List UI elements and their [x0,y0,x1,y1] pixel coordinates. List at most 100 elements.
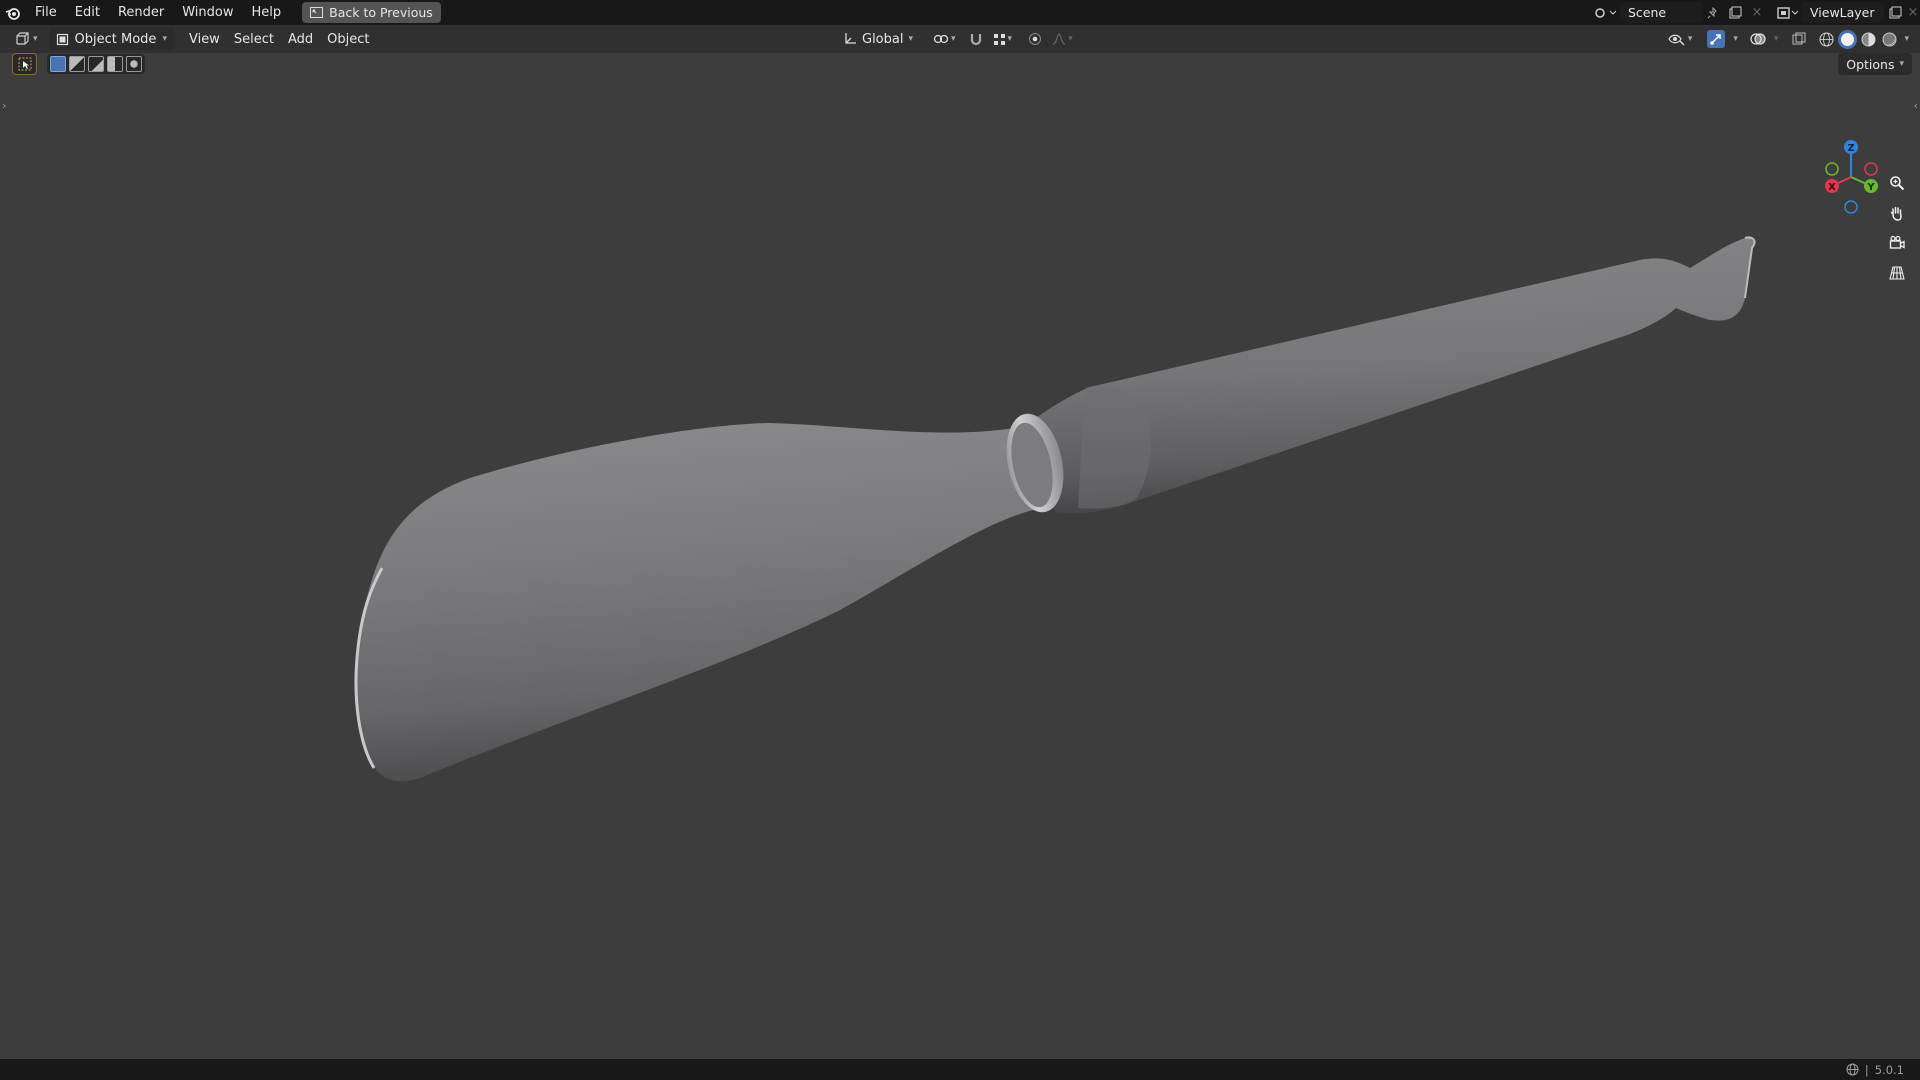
new-view-layer-icon[interactable] [1884,2,1906,23]
fullscreen-exit-icon [310,7,324,18]
scene-name-field[interactable]: Scene [1620,2,1702,23]
blender-version: 5.0.1 [1874,1062,1904,1077]
snap-target-dropdown[interactable]: ▾ [989,28,1017,50]
menu-edit[interactable]: Edit [66,0,109,25]
view-layer-type-icon[interactable] [1772,2,1802,23]
status-separator: | [1864,1062,1869,1077]
proportional-editing-toggle[interactable] [1024,28,1046,50]
gizmo-neg-y-handle[interactable] [1825,162,1839,176]
overlays-dropdown[interactable]: ▾ [1771,28,1782,50]
3d-viewport[interactable]: Z Y X › ‹ [0,53,1920,1059]
tool-settings [12,53,145,75]
network-globe-icon [1846,1063,1859,1076]
viewport-display-tools: ▾ ▾ ▾ ▾ [1664,28,1912,50]
pivot-point-dropdown[interactable]: ▾ [926,28,963,50]
new-scene-icon[interactable] [1724,2,1746,23]
material-preview-button[interactable] [1859,30,1878,49]
camera-icon[interactable] [1884,230,1910,256]
toolbar-expand-arrow-icon[interactable]: › [2,99,6,112]
solid-sphere-icon [1841,32,1855,46]
select-subtract-icon[interactable] [88,56,104,72]
select-extend-icon[interactable] [69,56,85,72]
options-dropdown[interactable]: Options ▾ [1838,53,1912,75]
transform-orientation-dropdown[interactable]: Global ▾ [836,28,920,50]
chevron-down-icon: ▾ [951,34,956,44]
view-layer-field[interactable]: ViewLayer [1802,2,1884,23]
chevron-down-icon: ▾ [33,34,38,44]
proportional-falloff-dropdown[interactable]: ▾ [1048,28,1077,50]
menu-help[interactable]: Help [243,0,291,25]
visibility-dropdown[interactable]: ▾ [1664,28,1697,50]
scene-type-icon[interactable] [1590,2,1620,23]
pan-hand-icon[interactable] [1884,200,1910,226]
material-sphere-icon [1861,32,1876,46]
gizmo-icon [1710,34,1722,45]
rendered-sphere-icon [1882,32,1897,46]
select-box-tool[interactable] [12,53,37,75]
cursor-select-icon [18,57,31,71]
pivot-icon [933,34,949,44]
pin-icon[interactable] [1702,2,1724,23]
top-bar: File Edit Render Window Help Back to Pre… [0,0,1920,25]
selectability-visibility-icon [1668,34,1685,46]
solid-shading-button[interactable] [1838,29,1858,49]
selection-mode-group [47,54,145,74]
select-new-icon[interactable] [50,56,66,72]
navigation-gizmo[interactable]: Z Y X [1816,139,1886,219]
proportional-icon [1029,33,1042,45]
overlays-icon [1750,33,1766,45]
sidebar-expand-arrow-icon[interactable]: ‹ [1914,99,1918,112]
perspective-grid-icon[interactable] [1884,260,1910,286]
gizmo-dropdown[interactable]: ▾ [1730,28,1741,50]
delete-scene-icon[interactable]: × [1746,2,1768,23]
menu-select[interactable]: Select [227,28,281,50]
blender-logo-icon[interactable] [0,0,26,25]
back-to-previous-button[interactable]: Back to Previous [302,2,441,23]
chevron-down-icon: ▾ [1007,34,1013,44]
gizmo-toggle[interactable] [1704,28,1728,50]
shading-dropdown[interactable]: ▾ [1901,28,1912,50]
orientation-icon [845,33,856,44]
chevron-down-icon: ▾ [1068,34,1073,44]
zoom-icon[interactable] [1884,170,1910,196]
status-bar: | 5.0.1 [0,1059,1920,1080]
gizmo-neg-x-handle[interactable] [1864,162,1878,176]
chevron-down-icon: ▾ [162,34,167,44]
chevron-down-icon: ▾ [1733,34,1738,44]
snap-grid-icon [993,33,1005,45]
orientation-label: Global [862,31,904,47]
transform-tools: Global ▾ ▾ ▾ ▾ [836,28,1077,50]
spatula-mesh [354,236,1756,782]
falloff-curve-icon [1052,33,1066,45]
editor-type-icon [16,32,29,45]
rendered-shading-button[interactable] [1880,30,1899,49]
magnet-icon [970,34,981,46]
snap-toggle[interactable] [965,28,987,50]
back-to-previous-label: Back to Previous [329,5,433,20]
menu-render[interactable]: Render [109,0,173,25]
delete-view-layer-icon[interactable]: × [1906,2,1920,23]
overlays-toggle[interactable] [1747,28,1769,50]
menu-view[interactable]: View [182,28,227,50]
object-mode-dropdown[interactable]: Object Mode ▾ [48,28,174,50]
gizmo-neg-z-handle[interactable] [1844,200,1858,214]
wireframe-shading-button[interactable] [1817,30,1836,49]
xray-icon [1792,32,1806,45]
select-invert-icon[interactable] [107,56,123,72]
chevron-down-icon: ▾ [1773,34,1779,44]
options-label: Options [1846,56,1895,72]
menu-window[interactable]: Window [173,0,242,25]
object-mode-label: Object Mode [74,31,157,47]
viewport-header: ▾ Object Mode ▾ View Select Add Object G… [0,25,1920,53]
gizmo-z-label: Z [1847,143,1854,154]
menu-object[interactable]: Object [320,28,376,50]
gizmo-x-label: X [1828,182,1836,193]
editor-type-button[interactable]: ▾ [8,28,45,50]
menu-add[interactable]: Add [281,28,320,50]
chevron-down-icon: ▾ [1904,34,1909,44]
xray-toggle[interactable] [1789,28,1809,50]
select-intersect-icon[interactable] [126,56,142,72]
gizmo-y-label: Y [1866,182,1875,193]
chevron-down-icon: ▾ [1899,59,1904,69]
menu-file[interactable]: File [26,0,66,25]
